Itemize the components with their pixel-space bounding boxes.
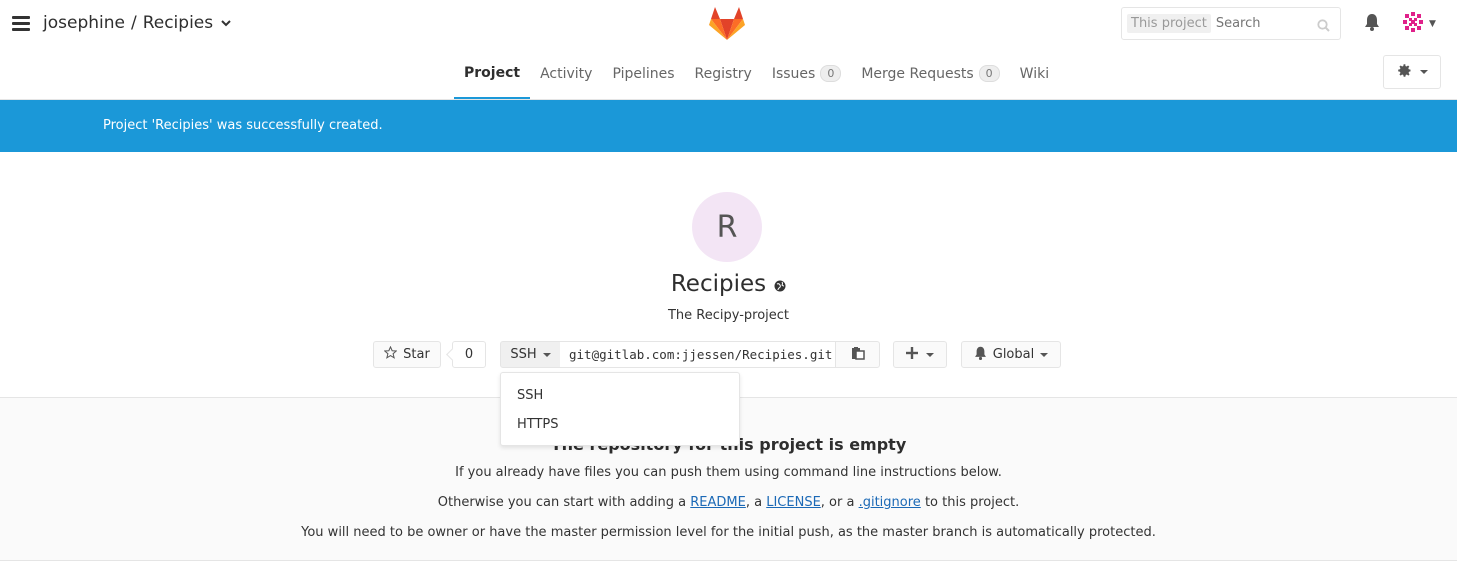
- tab-label: Merge Requests: [861, 65, 974, 82]
- project-avatar: R: [692, 192, 762, 262]
- tab-label: Issues: [771, 65, 816, 82]
- empty-repo-line-2: Otherwise you can start with adding a RE…: [0, 495, 1457, 510]
- user-menu[interactable]: ▼: [1401, 10, 1436, 38]
- star-button[interactable]: Star: [373, 341, 441, 368]
- tab-label: Wiki: [1019, 65, 1050, 82]
- project-description: The Recipy-project: [667, 308, 790, 323]
- chevron-down-icon[interactable]: [221, 17, 231, 30]
- empty-repo-line-3: You will need to be owner or have the ma…: [301, 525, 1156, 540]
- gear-icon: [1397, 63, 1412, 82]
- star-count[interactable]: 0: [452, 341, 486, 368]
- tab-label: Project: [464, 64, 521, 81]
- text-fragment: , a: [745, 495, 767, 510]
- search-scope-label[interactable]: This project: [1127, 14, 1211, 33]
- chevron-down-icon: [926, 352, 934, 357]
- clipboard-icon: [851, 346, 865, 364]
- search-input[interactable]: [1215, 16, 1316, 31]
- avatar[interactable]: [1401, 10, 1425, 38]
- gitlab-logo[interactable]: [708, 5, 746, 41]
- chevron-down-icon: [1040, 352, 1049, 357]
- project-nav: Project Activity Pipelines Registry Issu…: [454, 48, 1059, 99]
- copy-url-button[interactable]: [835, 341, 880, 368]
- tab-label: Registry: [694, 65, 752, 82]
- tab-activity[interactable]: Activity: [530, 48, 602, 99]
- menu-item-https[interactable]: HTTPS: [517, 417, 559, 432]
- settings-dropdown-button[interactable]: [1383, 55, 1441, 89]
- flash-message: Project 'Recipies' was successfully crea…: [103, 118, 383, 133]
- search-box[interactable]: This project: [1121, 7, 1341, 40]
- chevron-down-icon: [542, 352, 551, 357]
- add-new-dropdown[interactable]: [893, 341, 947, 368]
- readme-link[interactable]: README: [690, 495, 746, 510]
- hamburger-icon[interactable]: [12, 16, 30, 32]
- notification-level-dropdown[interactable]: Global: [961, 341, 1061, 368]
- text-fragment: , or a: [820, 495, 859, 510]
- project-title: Recipies: [670, 271, 767, 297]
- text-fragment: Otherwise you can start with adding a: [437, 495, 691, 510]
- star-label: Star: [403, 347, 430, 362]
- tab-merge-requests[interactable]: Merge Requests 0: [851, 48, 1009, 99]
- clone-protocol-dropdown[interactable]: SSH: [500, 341, 561, 368]
- breadcrumb-namespace[interactable]: josephine: [43, 13, 125, 33]
- plus-icon: [906, 346, 918, 363]
- tab-wiki[interactable]: Wiki: [1010, 48, 1059, 99]
- menu-item-ssh[interactable]: SSH: [517, 388, 543, 403]
- text-fragment: to this project.: [920, 495, 1020, 510]
- gitignore-link[interactable]: .gitignore: [859, 495, 921, 510]
- tab-registry[interactable]: Registry: [685, 48, 762, 99]
- bell-icon: [974, 346, 987, 364]
- globe-icon: [774, 272, 786, 298]
- top-header: josephine / Recipies This project Search…: [0, 0, 1457, 100]
- notification-level-label: Global: [992, 347, 1035, 362]
- clone-protocol-menu: SSH HTTPS: [500, 372, 740, 446]
- tab-label: Activity: [540, 65, 593, 82]
- breadcrumb[interactable]: josephine / Recipies: [43, 13, 231, 33]
- chevron-down-icon[interactable]: ▼: [1429, 19, 1436, 29]
- empty-repo-line-1: If you already have files you can push t…: [455, 465, 1002, 480]
- issues-count-badge: 0: [820, 65, 842, 82]
- tab-label: Pipelines: [612, 65, 675, 82]
- flash-notice: Project 'Recipies' was successfully crea…: [0, 100, 1457, 152]
- tab-pipelines[interactable]: Pipelines: [602, 48, 684, 99]
- bell-icon[interactable]: [1364, 13, 1380, 35]
- breadcrumb-separator: /: [130, 13, 137, 33]
- tab-issues[interactable]: Issues 0: [762, 48, 852, 99]
- clone-url-input[interactable]: git@gitlab.com:jjessen/Recipies.git: [560, 341, 835, 368]
- project-title-row: Recipies: [0, 271, 1457, 298]
- chevron-down-icon: [1419, 70, 1428, 74]
- license-link[interactable]: LICENSE: [766, 495, 821, 510]
- search-icon[interactable]: [1317, 17, 1330, 36]
- breadcrumb-project[interactable]: Recipies: [143, 13, 213, 33]
- star-icon: [383, 345, 398, 363]
- merge-requests-count-badge: 0: [978, 65, 1000, 82]
- clone-protocol-label: SSH: [510, 347, 537, 362]
- tab-project[interactable]: Project: [454, 48, 531, 99]
